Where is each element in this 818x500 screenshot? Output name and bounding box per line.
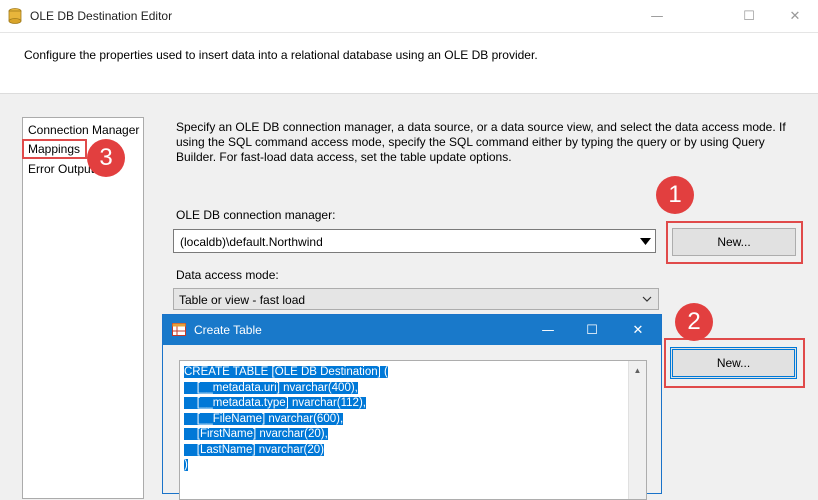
ssis-app-icon xyxy=(8,8,22,24)
callout-badge-1: 1 xyxy=(656,176,694,214)
window-title: OLE DB Destination Editor xyxy=(30,9,173,23)
create-table-maximize-button[interactable]: ☐ xyxy=(569,315,615,345)
minimize-icon: — xyxy=(650,8,664,24)
main-description: Specify an OLE DB connection manager, a … xyxy=(176,120,786,164)
minimize-icon: — xyxy=(541,322,555,338)
create-table-title: Create Table xyxy=(194,323,262,337)
vertical-scrollbar[interactable]: ▲ xyxy=(628,361,646,499)
chevron-down-icon[interactable] xyxy=(638,289,656,309)
sql-line: [LastName] nvarchar(20) xyxy=(184,443,324,456)
sql-code: CREATE TABLE [OLE DB Destination] ( [__m… xyxy=(184,365,388,474)
new-connection-manager-button[interactable]: New... xyxy=(672,228,796,256)
close-icon: ✕ xyxy=(789,8,801,24)
data-access-mode-label: Data access mode: xyxy=(176,268,279,282)
window-titlebar: OLE DB Destination Editor — ☐ ✕ xyxy=(0,0,818,33)
sql-textarea[interactable]: CREATE TABLE [OLE DB Destination] ( [__m… xyxy=(179,360,647,500)
sql-line: CREATE TABLE [OLE DB Destination] ( xyxy=(184,366,388,378)
create-table-dialog: Create Table — ☐ ✕ CREATE TABLE [OLE DB … xyxy=(162,314,662,500)
data-access-mode-value: Table or view - fast load xyxy=(179,293,306,307)
table-icon xyxy=(172,323,186,336)
nav-item-connection-manager[interactable]: Connection Manager xyxy=(28,123,139,137)
close-icon: ✕ xyxy=(632,322,644,338)
callout-badge-3: 3 xyxy=(87,139,125,177)
callout-badge-2: 2 xyxy=(675,303,713,341)
scroll-up-icon[interactable]: ▲ xyxy=(629,363,646,377)
header-panel: Configure the properties used to insert … xyxy=(0,33,818,94)
sql-line: [__metadata.type] nvarchar(112), xyxy=(184,397,366,409)
connection-manager-select[interactable]: (localdb)\default.Northwind xyxy=(173,229,656,253)
mappings-highlight xyxy=(22,139,87,159)
maximize-icon: ☐ xyxy=(586,322,598,338)
focus-ring xyxy=(672,349,795,377)
connection-manager-label: OLE DB connection manager: xyxy=(176,208,336,222)
create-table-titlebar: Create Table — ☐ ✕ xyxy=(163,315,661,345)
left-nav: Connection Manager Mappings Error Output xyxy=(22,117,144,499)
new-table-button[interactable]: New... xyxy=(670,347,797,379)
close-button[interactable]: ✕ xyxy=(772,0,818,32)
minimize-button[interactable]: — xyxy=(634,0,680,32)
create-table-minimize-button[interactable]: — xyxy=(525,315,571,345)
maximize-button[interactable]: ☐ xyxy=(726,0,772,32)
sql-line: [FirstName] nvarchar(20), xyxy=(184,428,328,440)
sql-line: [__FileName] nvarchar(600), xyxy=(184,412,344,425)
connection-manager-value: (localdb)\default.Northwind xyxy=(180,235,323,249)
nav-item-error-output[interactable]: Error Output xyxy=(28,162,94,176)
maximize-icon: ☐ xyxy=(743,8,755,24)
sql-line: ) xyxy=(184,459,188,471)
create-table-close-button[interactable]: ✕ xyxy=(615,315,661,345)
dropdown-arrow-icon[interactable] xyxy=(635,230,655,252)
data-access-mode-select[interactable]: Table or view - fast load xyxy=(173,288,659,310)
sql-line: [__metadata.uri] nvarchar(400), xyxy=(184,381,358,394)
header-description: Configure the properties used to insert … xyxy=(24,48,538,62)
